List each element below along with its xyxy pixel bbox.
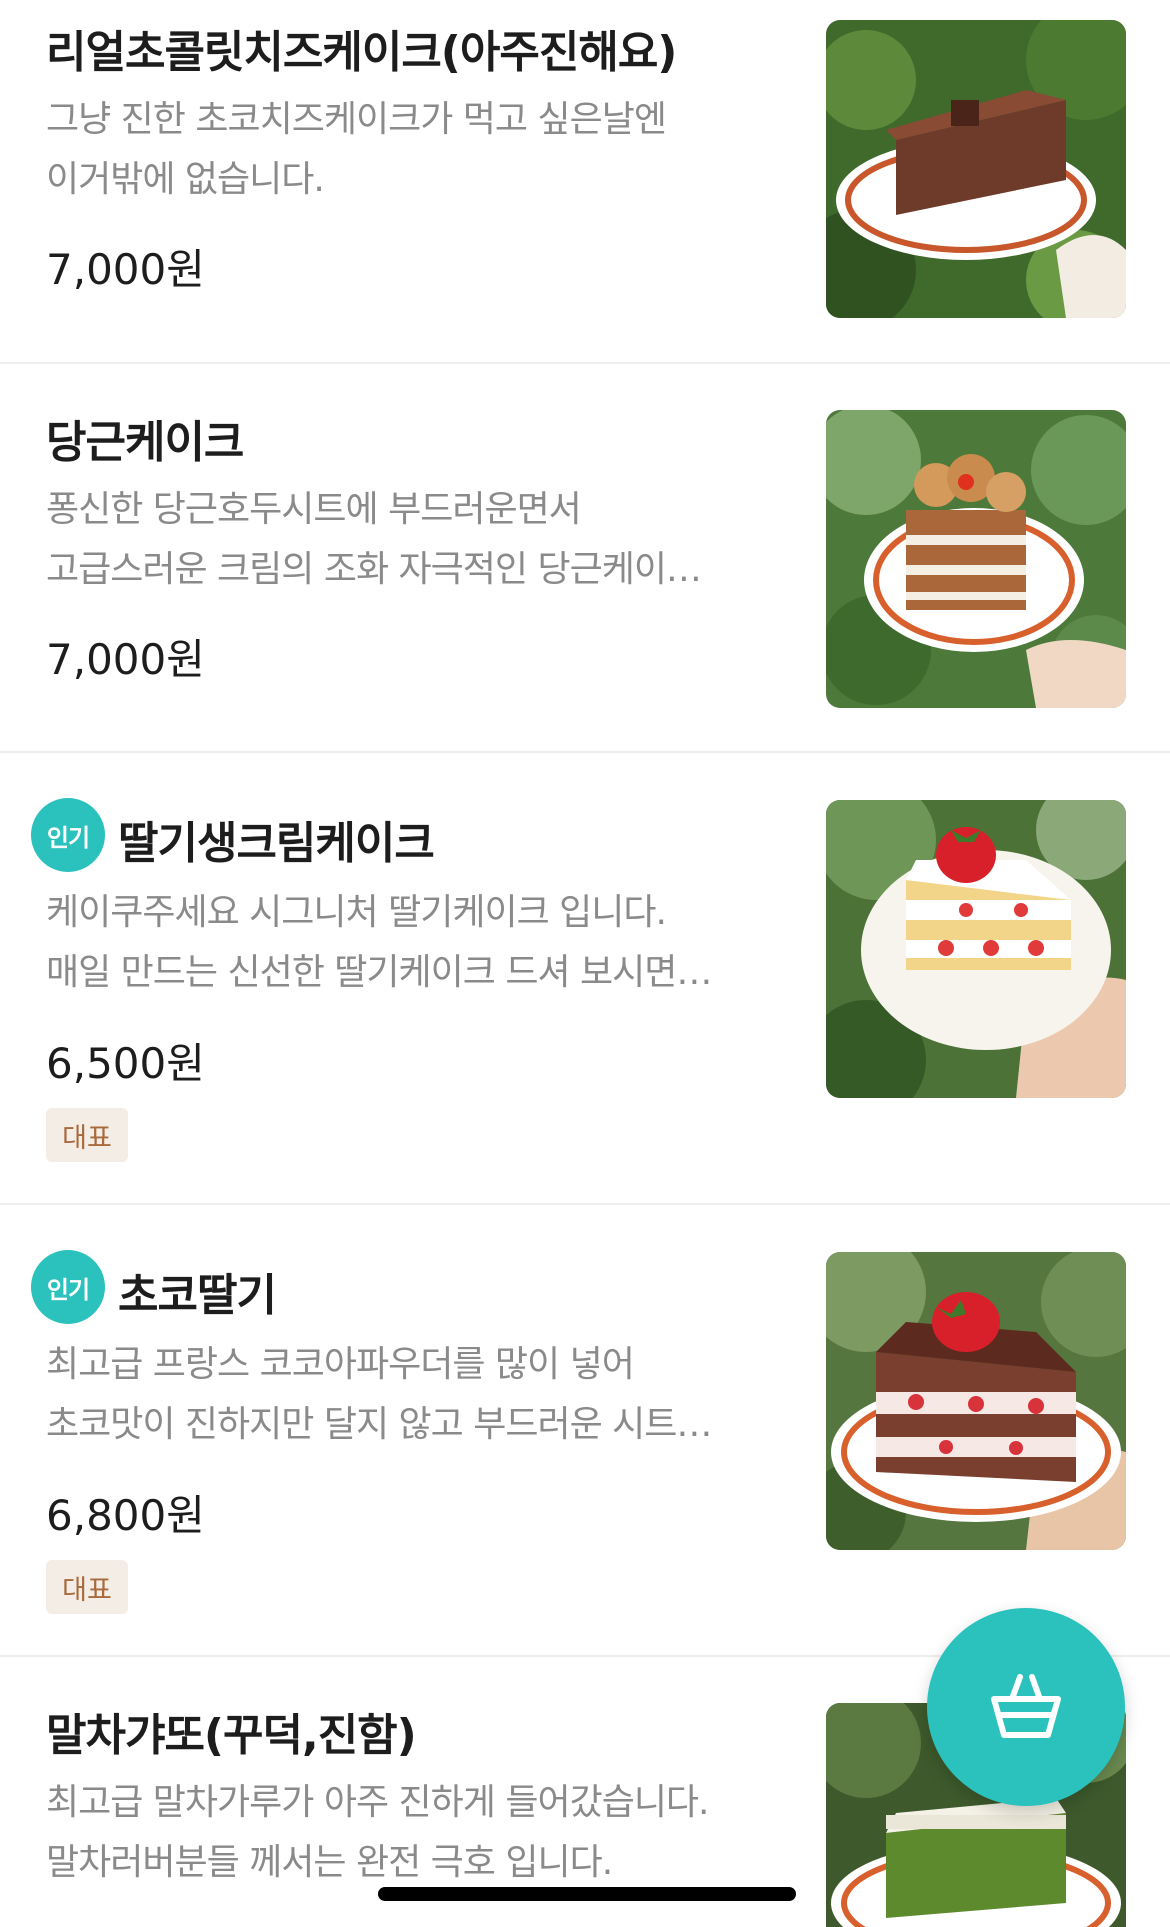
- cart-button[interactable]: [927, 1608, 1125, 1806]
- representative-tag: 대표: [46, 1560, 128, 1614]
- item-description: 그냥 진한 초코치즈케이크가 먹고 싶은날엔 이거밖에 없습니다.: [46, 90, 776, 210]
- item-description: 최고급 말차가루가 아주 진하게 들어갔습니다. 말차러버분들 께서는 완전 극…: [46, 1773, 776, 1893]
- item-description-line: 이거밖에 없습니다.: [46, 159, 325, 200]
- strawberry-cream-cake-photo[interactable]: [826, 800, 1126, 1098]
- item-description-line: 최고급 말차가루가 아주 진하게 들어갔습니다.: [46, 1782, 710, 1823]
- popular-badge: 인기: [34, 801, 102, 869]
- item-description-line: 매일 만드는 신선한 딸기케이크 드셔 보시면…: [46, 952, 712, 993]
- menu-item-carrot-cake[interactable]: 당근케이크 퐁신한 당근호두시트에 부드러운면서 고급스러운 크림의 조화 자극…: [0, 364, 1170, 753]
- item-description-line: 고급스러운 크림의 조화 자극적인 당근케이…: [46, 549, 702, 590]
- chocolate-cheesecake-photo[interactable]: [826, 20, 1126, 318]
- menu-item-choco-strawberry[interactable]: 인기 초코딸기 최고급 프랑스 코코아파우더를 많이 넣어 초코맛이 진하지만 …: [0, 1205, 1170, 1657]
- item-price: 6,800원: [46, 1491, 205, 1540]
- item-description-line: 말차러버분들 께서는 완전 극호 입니다.: [46, 1842, 613, 1883]
- item-title: 초코딸기: [118, 1270, 277, 1321]
- item-description-line: 최고급 프랑스 코코아파우더를 많이 넣어: [46, 1344, 635, 1385]
- item-description-line: 초코맛이 진하지만 달지 않고 부드러운 시트…: [46, 1404, 712, 1445]
- item-description-line: 퐁신한 당근호두시트에 부드러운면서: [46, 489, 582, 530]
- item-title: 딸기생크림케이크: [118, 818, 435, 869]
- carrot-cake-photo[interactable]: [826, 410, 1126, 708]
- item-description-line: 그냥 진한 초코치즈케이크가 먹고 싶은날엔: [46, 99, 667, 140]
- choco-strawberry-cake-photo[interactable]: [826, 1252, 1126, 1550]
- representative-tag: 대표: [46, 1108, 128, 1162]
- item-price: 7,000원: [46, 245, 205, 294]
- popular-badge: 인기: [34, 1253, 102, 1321]
- item-description: 케이쿠주세요 시그니처 딸기케이크 입니다. 매일 만드는 신선한 딸기케이크 …: [46, 883, 776, 1003]
- item-price: 6,500원: [46, 1039, 205, 1088]
- item-title: 말차갸또(꾸덕,진함): [46, 1710, 417, 1761]
- item-title: 리얼초콜릿치즈케이크(아주진해요): [46, 27, 677, 78]
- item-price: 7,000원: [46, 635, 205, 684]
- item-description: 퐁신한 당근호두시트에 부드러운면서 고급스러운 크림의 조화 자극적인 당근케…: [46, 480, 776, 600]
- item-description: 최고급 프랑스 코코아파우더를 많이 넣어 초코맛이 진하지만 달지 않고 부드…: [46, 1335, 776, 1455]
- menu-item-chocolate-cheesecake[interactable]: 리얼초콜릿치즈케이크(아주진해요) 그냥 진한 초코치즈케이크가 먹고 싶은날엔…: [0, 0, 1170, 364]
- item-description-line: 케이쿠주세요 시그니처 딸기케이크 입니다.: [46, 892, 667, 933]
- menu-item-strawberry-cream-cake[interactable]: 인기 딸기생크림케이크 케이쿠주세요 시그니처 딸기케이크 입니다. 매일 만드…: [0, 753, 1170, 1205]
- home-indicator[interactable]: [378, 1887, 796, 1901]
- shopping-basket-icon: [984, 1663, 1068, 1751]
- item-title: 당근케이크: [46, 417, 244, 468]
